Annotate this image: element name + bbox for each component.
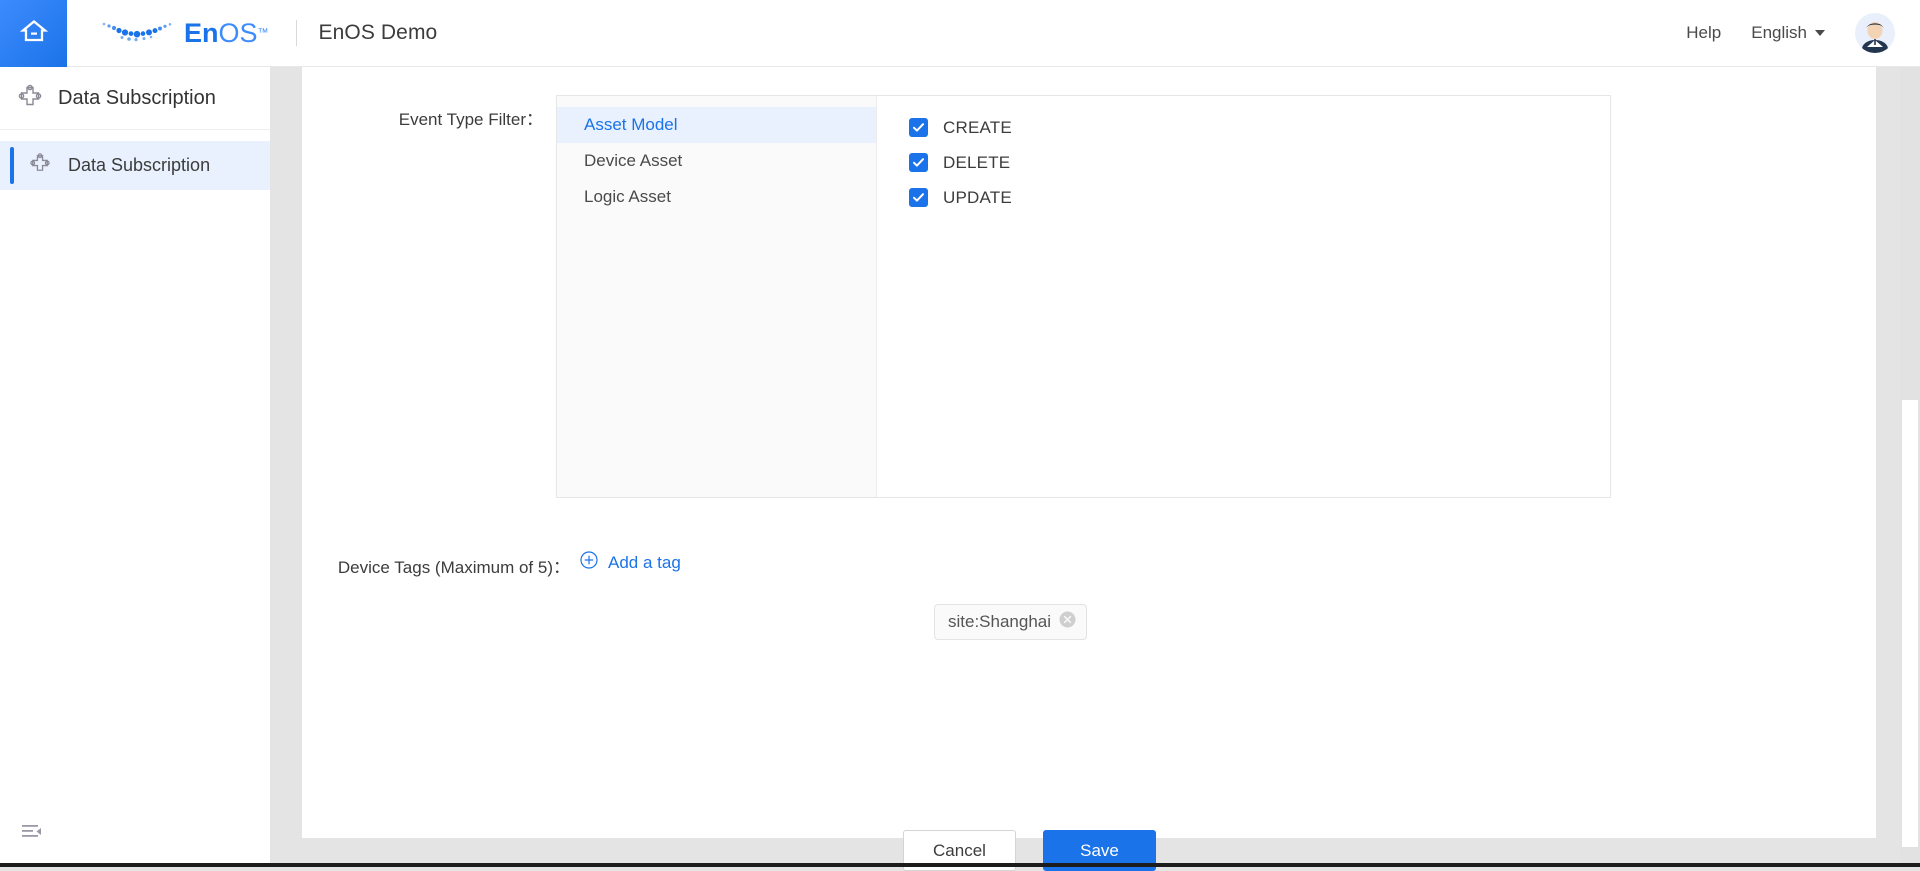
checkbox-label-create: CREATE bbox=[943, 118, 1012, 138]
sidebar-title: Data Subscription bbox=[0, 67, 270, 130]
checkbox-delete[interactable] bbox=[909, 153, 928, 172]
window-bottom-edge bbox=[0, 863, 1920, 867]
checkbox-row-delete[interactable]: DELETE bbox=[909, 145, 1610, 180]
checkbox-create[interactable] bbox=[909, 118, 928, 137]
page-title: EnOS Demo bbox=[319, 21, 438, 45]
sidebar: Data Subscription Data Subscription bbox=[0, 67, 270, 867]
logo-text-en: En bbox=[184, 20, 219, 47]
asset-type-item-device-asset[interactable]: Device Asset bbox=[557, 143, 876, 179]
app-header: En OS ™ EnOS Demo Help English bbox=[0, 0, 1920, 67]
check-icon bbox=[912, 156, 925, 169]
content-card: Event Type Filter： Asset Model Device As… bbox=[302, 67, 1876, 838]
help-link[interactable]: Help bbox=[1686, 23, 1721, 43]
check-icon bbox=[912, 191, 925, 204]
checkbox-row-create[interactable]: CREATE bbox=[909, 110, 1610, 145]
add-tag-label: Add a tag bbox=[608, 553, 681, 573]
event-type-filter-label: Event Type Filter： bbox=[302, 95, 543, 498]
logo-text-os: OS bbox=[219, 20, 258, 47]
logo-trademark: ™ bbox=[258, 28, 269, 39]
subscription-icon bbox=[16, 82, 44, 115]
enos-swoosh-logo bbox=[100, 18, 176, 48]
event-type-filter-row: Event Type Filter： Asset Model Device As… bbox=[302, 95, 1876, 498]
device-tag-chip-list: site:Shanghai bbox=[934, 604, 1087, 640]
checkbox-update[interactable] bbox=[909, 188, 928, 207]
tag-chip-label: site:Shanghai bbox=[948, 612, 1051, 632]
language-label: English bbox=[1751, 23, 1807, 43]
device-tags-label: Device Tags (Maximum of 5)： bbox=[302, 547, 570, 578]
language-selector[interactable]: English bbox=[1751, 23, 1825, 43]
add-tag-button[interactable]: Add a tag bbox=[580, 547, 681, 578]
device-tags-row: Device Tags (Maximum of 5)： Add a tag bbox=[302, 547, 1876, 578]
sidebar-item-data-subscription[interactable]: Data Subscription bbox=[0, 141, 270, 190]
asset-type-item-logic-asset[interactable]: Logic Asset bbox=[557, 179, 876, 215]
checkbox-label-delete: DELETE bbox=[943, 153, 1010, 173]
chevron-down-icon bbox=[1815, 30, 1825, 36]
home-button[interactable] bbox=[0, 0, 67, 67]
page-area: Event Type Filter： Asset Model Device As… bbox=[270, 67, 1920, 867]
asset-type-list: Asset Model Device Asset Logic Asset bbox=[557, 96, 877, 497]
event-type-checkbox-list: CREATE DELETE bbox=[877, 96, 1610, 497]
check-icon bbox=[912, 121, 925, 134]
event-type-filter-box: Asset Model Device Asset Logic Asset bbox=[556, 95, 1611, 498]
brand-divider bbox=[296, 20, 297, 46]
avatar[interactable] bbox=[1855, 13, 1895, 53]
vertical-scrollbar-thumb[interactable] bbox=[1902, 400, 1918, 847]
sidebar-title-label: Data Subscription bbox=[58, 87, 216, 110]
plus-circle-icon bbox=[580, 551, 598, 574]
tag-chip[interactable]: site:Shanghai bbox=[934, 604, 1087, 640]
home-icon bbox=[19, 16, 49, 51]
asset-type-item-asset-model[interactable]: Asset Model bbox=[557, 107, 876, 143]
close-circle-icon[interactable] bbox=[1059, 611, 1076, 633]
checkbox-row-update[interactable]: UPDATE bbox=[909, 180, 1610, 215]
header-actions: Help English bbox=[1686, 13, 1920, 53]
sidebar-item-label: Data Subscription bbox=[68, 155, 210, 176]
vertical-scrollbar-track[interactable] bbox=[1900, 68, 1920, 867]
brand[interactable]: En OS ™ EnOS Demo bbox=[100, 18, 437, 48]
subscription-icon bbox=[28, 151, 52, 180]
collapse-sidebar-icon[interactable] bbox=[22, 824, 42, 847]
checkbox-label-update: UPDATE bbox=[943, 188, 1012, 208]
